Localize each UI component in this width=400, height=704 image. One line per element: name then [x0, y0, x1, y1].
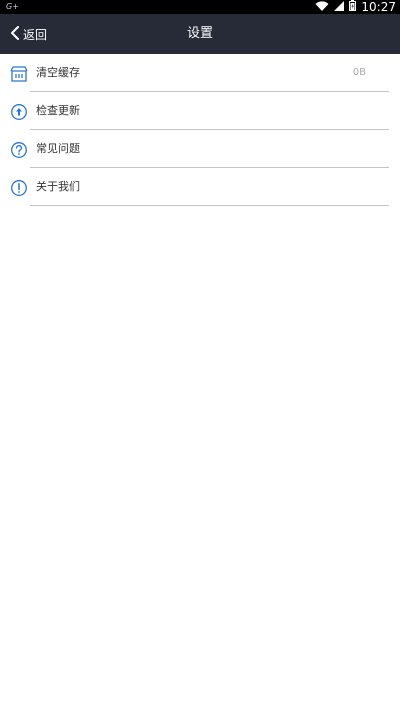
settings-list: 清空缓存 0B 检查更新 常见问题 关于我们: [0, 54, 400, 206]
nav-bar: 返回 设置: [0, 14, 400, 54]
settings-item-faq[interactable]: 常见问题: [0, 130, 400, 168]
settings-item-label: 检查更新: [36, 104, 80, 117]
settings-item-clear-cache[interactable]: 清空缓存 0B: [0, 54, 400, 92]
settings-item-about[interactable]: 关于我们: [0, 168, 400, 206]
cache-size-value: 0B: [352, 67, 366, 78]
page-title: 设置: [186, 26, 213, 41]
faq-icon: [10, 141, 28, 159]
battery-icon: [349, 0, 357, 14]
status-icons: 10:27: [315, 0, 396, 14]
clear-cache-icon: [10, 65, 28, 83]
settings-item-check-update[interactable]: 检查更新: [0, 92, 400, 130]
settings-item-label: 清空缓存: [36, 66, 80, 79]
status-time: 10:27: [361, 0, 396, 14]
settings-item-label: 关于我们: [36, 180, 80, 193]
settings-item-label: 常见问题: [36, 142, 80, 155]
divider: [30, 205, 389, 206]
notification-text: G+: [6, 2, 19, 11]
wifi-icon: [315, 0, 329, 14]
about-icon: [10, 179, 28, 197]
signal-icon: [334, 0, 345, 14]
status-bar: G+ 10:27: [0, 0, 400, 14]
update-icon: [10, 103, 28, 121]
